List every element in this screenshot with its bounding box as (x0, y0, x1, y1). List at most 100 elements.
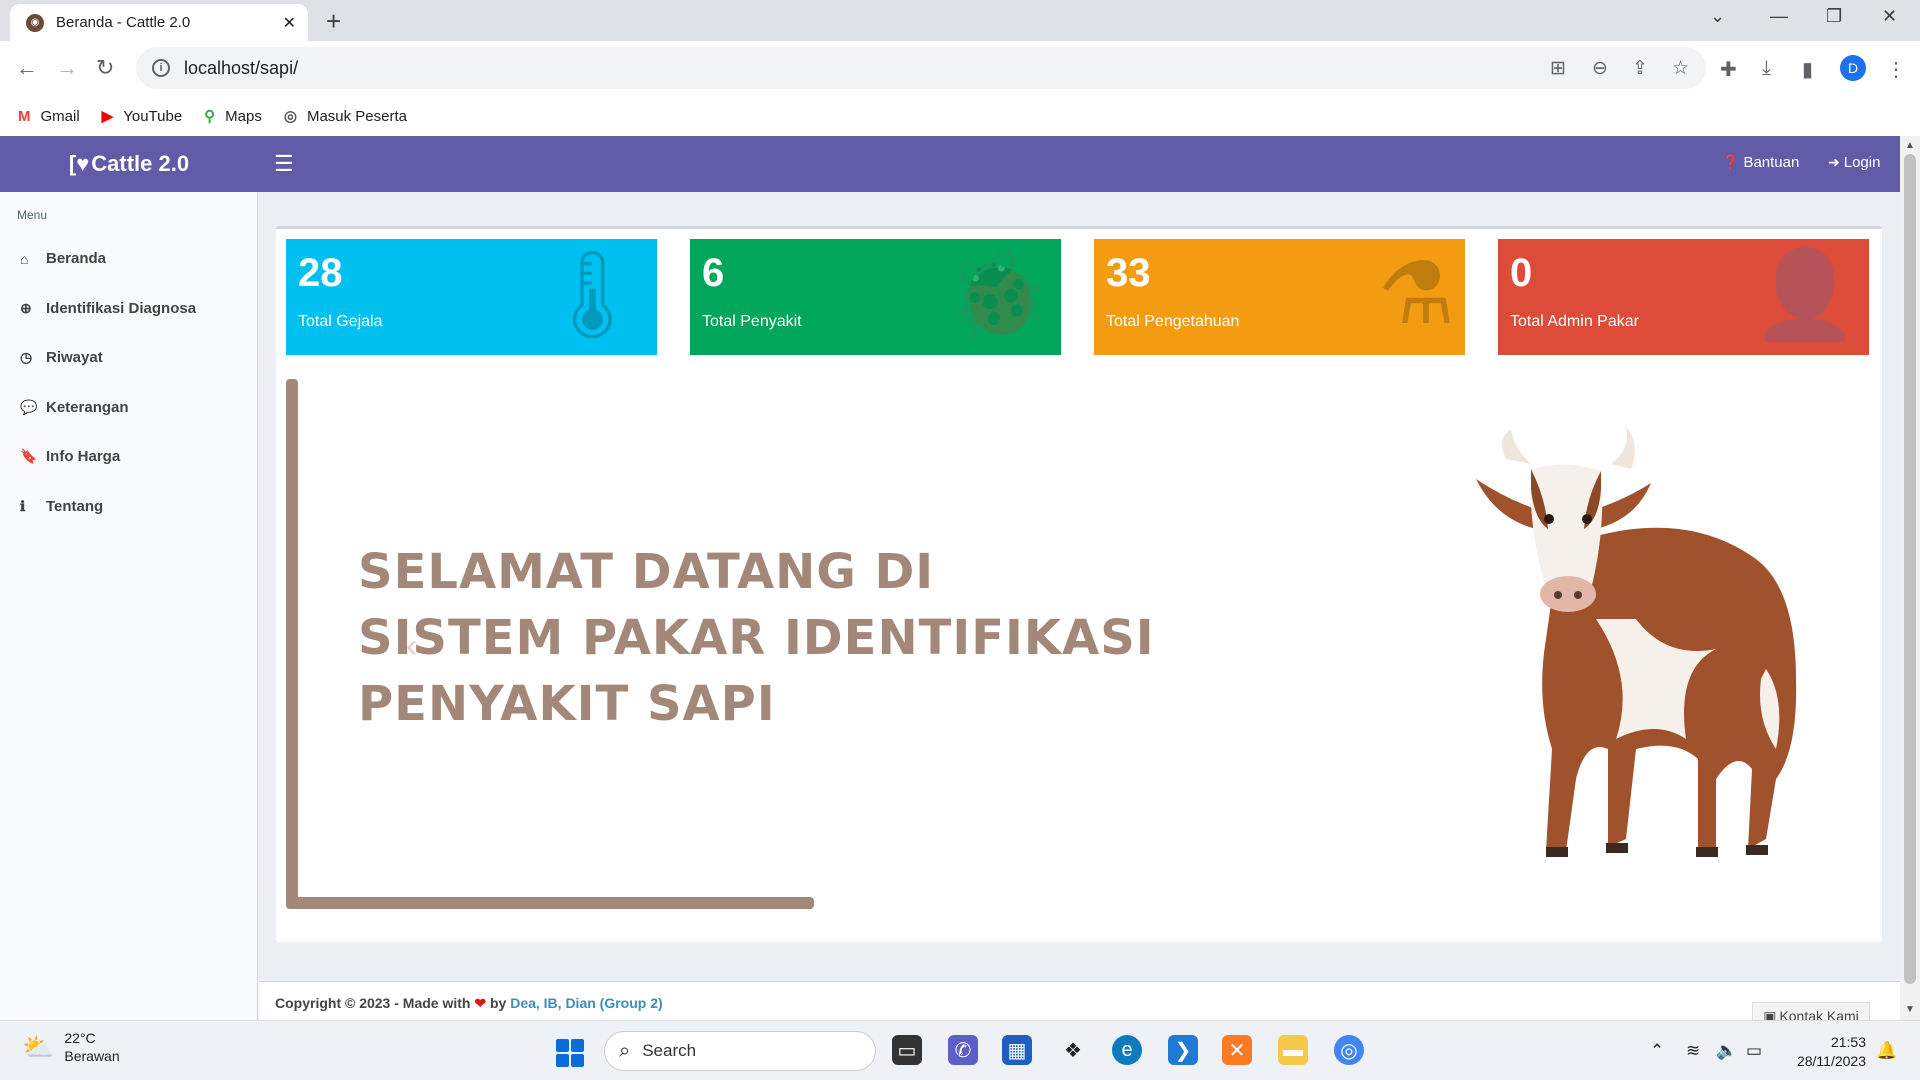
weather-temp: 22°C (64, 1030, 96, 1046)
cow-image (1476, 427, 1797, 857)
weather-widget[interactable]: ⛅ 22°C Berawan (22, 1029, 120, 1065)
notification-icon[interactable]: 🔔 (1876, 1041, 1897, 1061)
site-favicon-icon: ◉ (26, 13, 44, 32)
wifi-icon[interactable]: ≋ (1686, 1041, 1700, 1061)
page-scrollbar[interactable]: ▲ ▼ (1900, 136, 1920, 1020)
reload-icon[interactable]: ↻ (96, 55, 114, 81)
system-clock[interactable]: 21:53 28/11/2023 (1786, 1033, 1866, 1071)
bookmark-masuk-peserta[interactable]: ◎ Masuk Peserta (284, 107, 407, 126)
top-navbar: [♥ Cattle 2.0 ☰ ❓ Bantuan ➜ Login (0, 136, 1900, 192)
banner-bracket-horizontal (286, 897, 814, 909)
sidebar: Menu ⌂ Beranda ⊕ Identifikasi Diagnosa ◷… (0, 192, 258, 1020)
tray-expand-icon[interactable]: ⌃ (1650, 1041, 1664, 1061)
sidebar-header: Menu (17, 208, 48, 222)
window-close-icon[interactable]: ✕ (1882, 6, 1897, 27)
windows-start-icon[interactable] (556, 1039, 584, 1067)
maximize-icon[interactable]: ❐ (1826, 6, 1842, 27)
download-icon[interactable]: ⤓ (1762, 57, 1771, 80)
sidebar-item-identifikasi-diagnosa[interactable]: ⊕ Identifikasi Diagnosa (0, 284, 257, 334)
banner-line-1: SELAMAT DATANG DI (358, 544, 935, 600)
youtube-icon: ▶ (101, 108, 114, 125)
carousel-prev-icon[interactable]: ‹ (406, 627, 417, 666)
teams-icon[interactable]: ✆ (948, 1035, 978, 1065)
bookmark-star-icon[interactable]: ☆ (1672, 57, 1689, 80)
banner-title: SELAMAT DATANG DI SISTEM PAKAR IDENTIFIK… (358, 539, 1155, 737)
extensions-icon[interactable]: ✚ (1720, 57, 1737, 82)
sidebar-item-label: Tentang (46, 497, 104, 515)
bookmark-maps[interactable]: ⚲ Maps (204, 107, 262, 126)
stat-card-admin-pakar[interactable]: 0 Total Admin Pakar 👤 (1498, 239, 1869, 355)
sidebar-item-keterangan[interactable]: 💬 Keterangan (0, 383, 257, 433)
battery-icon[interactable]: ▭ (1746, 1041, 1762, 1061)
stat-card-penyakit[interactable]: 6 Total Penyakit 🐞 (690, 239, 1061, 355)
file-explorer-icon[interactable]: ▬ (1278, 1035, 1308, 1065)
search-plus-icon: ⊕ (20, 299, 32, 316)
sidebar-item-riwayat[interactable]: ◷ Riwayat (0, 333, 257, 383)
comment-icon: 💬 (20, 398, 38, 415)
share-icon[interactable]: ⇪ (1632, 57, 1648, 80)
bookmarks-bar: M Gmail ▶ YouTube ⚲ Maps ◎ Masuk Peserta (0, 96, 1920, 136)
app-logo[interactable]: [♥ Cattle 2.0 (0, 136, 258, 192)
banner-line-2: SISTEM PAKAR IDENTIFIKASI (358, 610, 1155, 666)
forward-icon[interactable]: → (56, 55, 78, 81)
site-info-icon[interactable]: i (152, 59, 170, 77)
login-link[interactable]: ➜ Login (1828, 154, 1880, 171)
sidebar-item-label: Riwayat (46, 349, 103, 367)
xampp-icon[interactable]: ✕ (1222, 1035, 1252, 1065)
sidebar-item-info-harga[interactable]: 🔖 Info Harga (0, 432, 257, 482)
maps-icon: ⚲ (204, 108, 216, 125)
back-icon[interactable]: ← (16, 55, 38, 81)
task-view-icon[interactable]: ▭ (892, 1035, 922, 1065)
stat-card-gejala[interactable]: 28 Total Gejala 🌡 (286, 239, 657, 355)
bookmark-gmail[interactable]: M Gmail (18, 108, 80, 125)
footer-team-link[interactable]: Dea, IB, Dian (Group 2) (510, 995, 662, 1011)
clock-time: 21:53 (1830, 1034, 1866, 1050)
scrollbar-thumb[interactable] (1904, 154, 1916, 984)
question-circle-icon: ❓ (1722, 154, 1740, 170)
translate-icon[interactable]: ⊞ (1550, 57, 1566, 80)
scroll-up-icon[interactable]: ▲ (1905, 140, 1915, 151)
sidebar-toggle-icon[interactable]: ☰ (274, 151, 294, 177)
minimize-icon[interactable]: — (1770, 6, 1788, 27)
edge-icon[interactable]: e (1112, 1035, 1142, 1065)
help-label: Bantuan (1743, 154, 1800, 171)
envelope-icon: ▣ (1763, 1007, 1777, 1021)
bookmark-youtube[interactable]: ▶ YouTube (101, 107, 183, 126)
vscode-icon[interactable]: ❯ (1168, 1035, 1198, 1065)
zoom-icon[interactable]: ⊖ (1592, 57, 1608, 80)
store-icon[interactable]: ▦ (1002, 1035, 1032, 1065)
sidebar-item-beranda[interactable]: ⌂ Beranda (0, 234, 257, 284)
browser-tab-active[interactable]: ◉ Beranda - Cattle 2.0 ✕ (10, 4, 308, 41)
clock-icon: ◷ (20, 349, 33, 366)
partly-cloudy-icon: ⛅ (22, 1031, 55, 1062)
stat-label: Total Gejala (298, 313, 383, 330)
contact-label: Kontak Kami (1779, 1008, 1859, 1020)
contact-button[interactable]: ▣ Kontak Kami (1752, 1002, 1870, 1020)
footer-copyright: Copyright © 2023 - Made with (275, 995, 471, 1011)
new-tab-icon[interactable]: + (326, 6, 341, 37)
heart-icon: ❤ (474, 995, 487, 1011)
tab-close-icon[interactable]: ✕ (283, 13, 296, 33)
chrome-icon[interactable]: ◎ (1334, 1035, 1364, 1065)
side-panel-icon[interactable]: ▮ (1802, 57, 1813, 82)
bookmark-icon: 🔖 (20, 448, 38, 465)
taskbar-search[interactable]: ⌕ Search (604, 1031, 876, 1071)
sidebar-item-tentang[interactable]: ℹ Tentang (0, 482, 257, 532)
bug-icon: 🐞 (943, 247, 1051, 343)
stat-card-pengetahuan[interactable]: 33 Total Pengetahuan ⚗ (1094, 239, 1465, 355)
tab-search-chevron-icon[interactable]: ⌄ (1710, 6, 1725, 27)
sidebar-item-label: Info Harga (46, 448, 121, 466)
info-icon: ℹ (20, 497, 26, 514)
tab-title: Beranda - Cattle 2.0 (56, 14, 191, 31)
login-label: Login (1843, 154, 1881, 171)
chrome-menu-icon[interactable]: ⋮ (1886, 57, 1906, 82)
dropbox-icon[interactable]: ❖ (1058, 1035, 1088, 1065)
address-bar[interactable]: i localhost/sapi/ (136, 47, 1706, 89)
sidebar-item-label: Beranda (46, 250, 107, 268)
volume-icon[interactable]: 🔈 (1716, 1041, 1737, 1061)
sidebar-item-label: Identifikasi Diagnosa (46, 299, 197, 317)
profile-avatar[interactable]: D (1840, 55, 1866, 81)
scroll-down-icon[interactable]: ▼ (1905, 1004, 1915, 1015)
sidebar-item-label: Keterangan (46, 398, 129, 416)
help-link[interactable]: ❓ Bantuan (1722, 154, 1799, 171)
